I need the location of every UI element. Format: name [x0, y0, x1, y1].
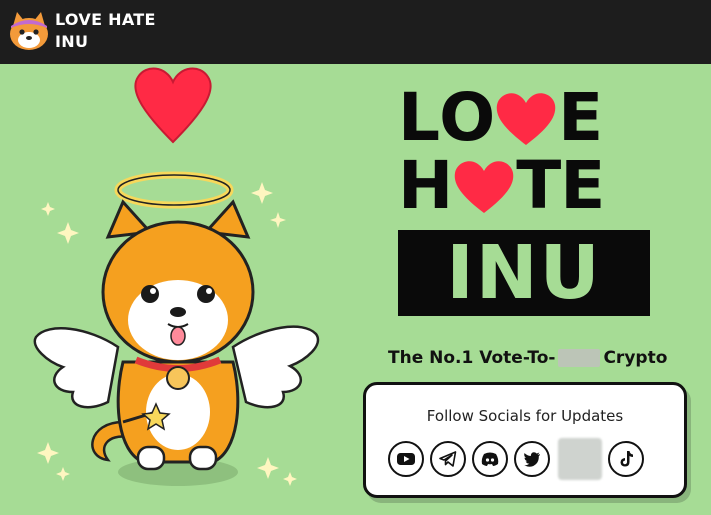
- title-letter: L: [398, 79, 440, 156]
- brand-name[interactable]: LOVE HATE INU: [55, 9, 156, 53]
- twitter-icon: [524, 452, 540, 467]
- tiktok-icon: [620, 451, 633, 467]
- title-inu-box: INU: [398, 230, 650, 316]
- tagline-start: The No.1 Vote-To-: [388, 348, 556, 368]
- angel-shiba-mascot-illustration: [33, 67, 320, 486]
- social-links-row: [388, 438, 650, 480]
- heart-icon: [454, 161, 514, 213]
- youtube-icon: [397, 453, 415, 465]
- title-letter: H: [398, 147, 453, 224]
- discord-icon: [481, 452, 499, 466]
- brand-line-2: INU: [55, 32, 89, 51]
- telegram-icon: [439, 451, 457, 467]
- discord-button[interactable]: [472, 441, 508, 477]
- brand-line-1: LOVE HATE: [55, 10, 156, 29]
- title-letter: O: [439, 79, 495, 156]
- left-wing: [33, 327, 120, 409]
- telegram-button[interactable]: [430, 441, 466, 477]
- heart-icon: [496, 93, 556, 145]
- twitter-button[interactable]: [514, 441, 550, 477]
- tagline-end: Crypto: [603, 348, 668, 368]
- title-letter: E: [558, 79, 603, 156]
- blurred-word: [558, 349, 601, 367]
- blurred-icon: [558, 438, 602, 480]
- youtube-button[interactable]: [388, 441, 424, 477]
- love-hate-inu-title: L O E H T E INU: [398, 84, 660, 316]
- socials-title: Follow Socials for Updates: [426, 407, 624, 425]
- love-tag: [166, 366, 190, 390]
- shiba-logo-icon[interactable]: [8, 10, 50, 52]
- socials-card: Follow Socials for Updates: [363, 382, 687, 498]
- title-letter: T: [516, 147, 561, 224]
- floating-heart-icon: [134, 67, 212, 144]
- title-letter: E: [560, 147, 605, 224]
- tiktok-button[interactable]: [608, 441, 644, 477]
- title-line-hate: H T E: [398, 152, 660, 220]
- top-navigation-bar: LOVE HATE INU: [0, 0, 711, 64]
- tagline: The No.1 Vote-To- Crypto: [388, 348, 667, 368]
- title-line-love: L O E: [398, 84, 660, 152]
- right-wing: [231, 325, 320, 409]
